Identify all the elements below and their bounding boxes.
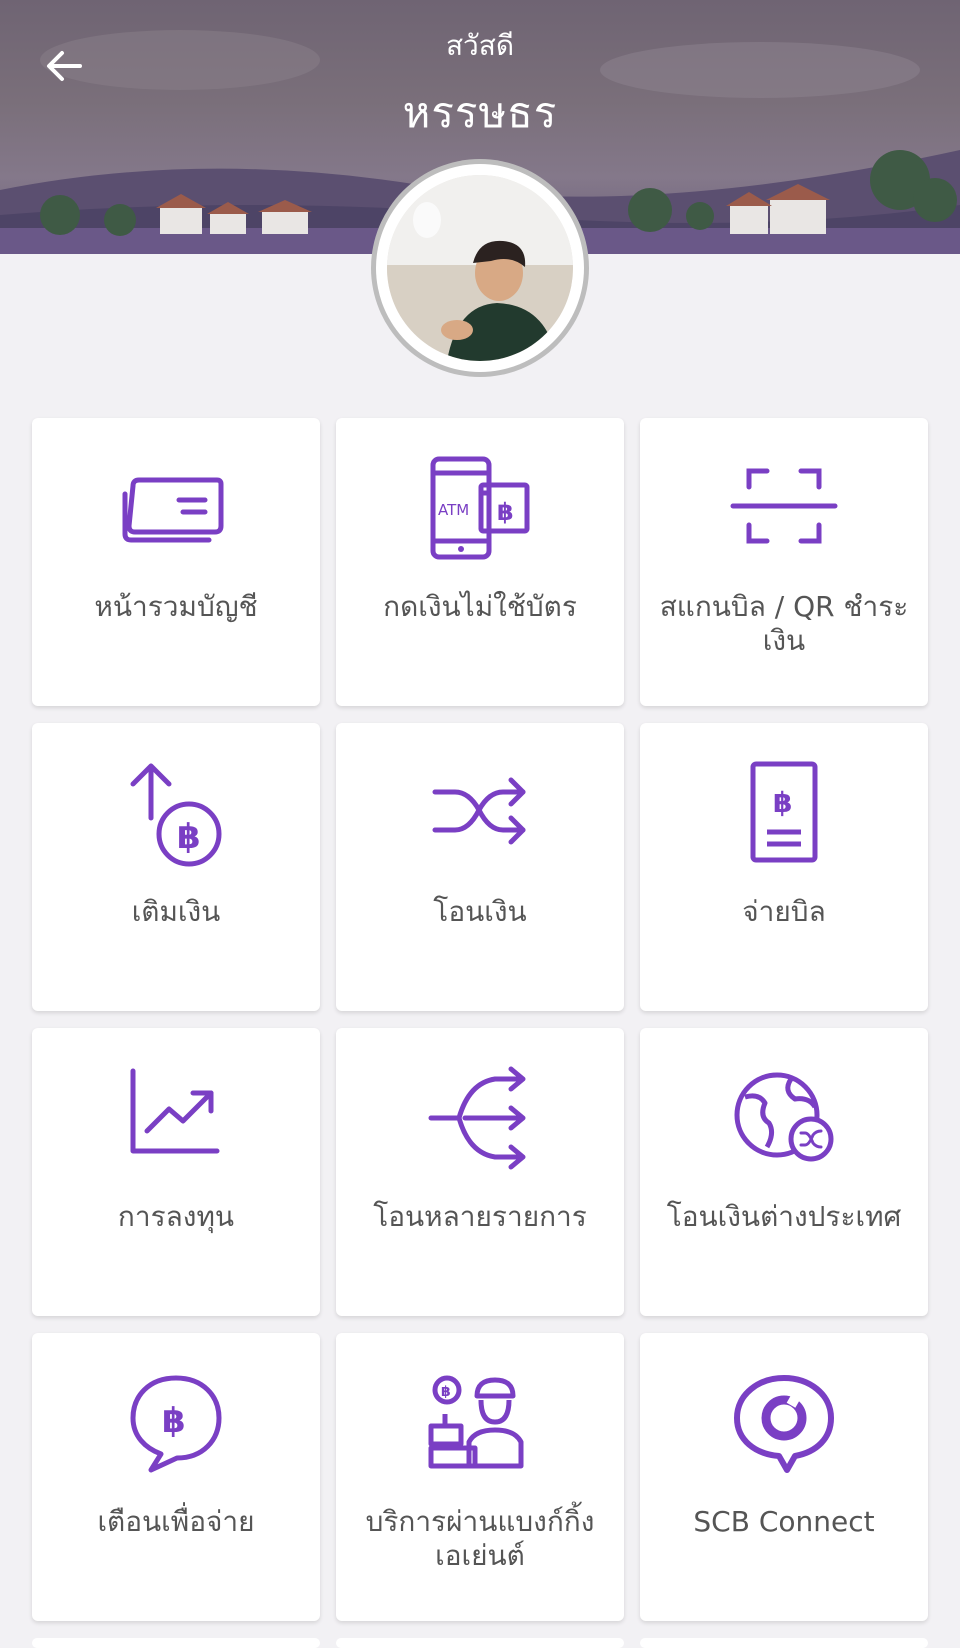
menu-tile-topup[interactable]: ฿ เติมเงิน	[32, 723, 320, 1011]
menu-tile-scan[interactable]: สแกนบิล / QR ชำระเงิน	[640, 418, 928, 706]
menu-label: การลงทุน	[117, 1200, 235, 1233]
multi-transfer-icon	[428, 1066, 526, 1170]
menu-tile-multi[interactable]: โอนหลายรายการ	[336, 1028, 624, 1316]
menu-tile-intl[interactable]: โอนเงินต่างประเทศ	[640, 1028, 928, 1316]
atm-phone-icon: ATM ฿	[430, 456, 530, 560]
next-row-tile	[32, 1638, 320, 1648]
menu-label: จ่ายบิล	[742, 895, 826, 928]
menu-label: SCB Connect	[693, 1505, 875, 1538]
menu-label: โอนหลายรายการ	[373, 1200, 587, 1233]
svg-text:฿: ฿	[773, 786, 792, 819]
menu-label: หน้ารวมบัญชี	[94, 590, 258, 623]
menu-tile-accounts[interactable]: หน้ารวมบัญชี	[32, 418, 320, 706]
svg-text:฿: ฿	[441, 1384, 451, 1400]
menu-label: บริการผ่านแบงก์กิ้งเอเย่นต์	[365, 1505, 595, 1572]
menu-label: สแกนบิล / QR ชำระเงิน	[659, 590, 909, 657]
svg-text:฿: ฿	[177, 817, 201, 857]
chart-icon	[130, 1068, 220, 1154]
avatar[interactable]	[376, 164, 584, 372]
scb-connect-icon	[734, 1375, 834, 1473]
svg-text:ATM: ATM	[438, 501, 469, 519]
globe-transfer-icon	[734, 1072, 834, 1162]
menu-tile-paybill[interactable]: ฿ จ่ายบิล	[640, 723, 928, 1011]
next-row-tile	[640, 1638, 928, 1648]
menu-label: เติมเงิน	[131, 895, 221, 928]
menu-tile-transfer[interactable]: โอนเงิน	[336, 723, 624, 1011]
profile-photo	[387, 175, 573, 361]
menu-tile-invest[interactable]: การลงทุน	[32, 1028, 320, 1316]
chat-baht-icon: ฿	[130, 1375, 222, 1473]
greeting-text: สวัสดี	[445, 29, 515, 62]
menu-tile-cardless[interactable]: ATM ฿ กดเงินไม่ใช้บัตร	[336, 418, 624, 706]
menu-tile-connect[interactable]: SCB Connect	[640, 1333, 928, 1621]
menu-grid: หน้ารวมบัญชี ATM ฿ กดเงินไม่ใช้บัตร สแกน…	[32, 418, 928, 1621]
scan-icon	[730, 468, 838, 544]
menu-tile-agent[interactable]: ฿ บริการผ่านแบงก์กิ้งเอเย่นต์	[336, 1333, 624, 1621]
agent-icon: ฿	[428, 1375, 524, 1469]
menu-tile-remind[interactable]: ฿ เตือนเพื่อจ่าย	[32, 1333, 320, 1621]
card-icon	[122, 477, 224, 543]
menu-label: โอนเงินต่างประเทศ	[666, 1200, 902, 1233]
next-row-tile	[336, 1638, 624, 1648]
menu-label: กดเงินไม่ใช้บัตร	[383, 590, 577, 623]
bill-icon: ฿	[750, 761, 818, 863]
svg-text:฿: ฿	[497, 498, 514, 526]
transfer-icon	[432, 777, 526, 845]
username-text: หรรษธร	[402, 88, 558, 137]
menu-label: โอนเงิน	[433, 895, 527, 928]
menu-label: เตือนเพื่อจ่าย	[97, 1505, 255, 1538]
svg-text:฿: ฿	[162, 1401, 186, 1441]
topup-icon: ฿	[130, 763, 222, 867]
